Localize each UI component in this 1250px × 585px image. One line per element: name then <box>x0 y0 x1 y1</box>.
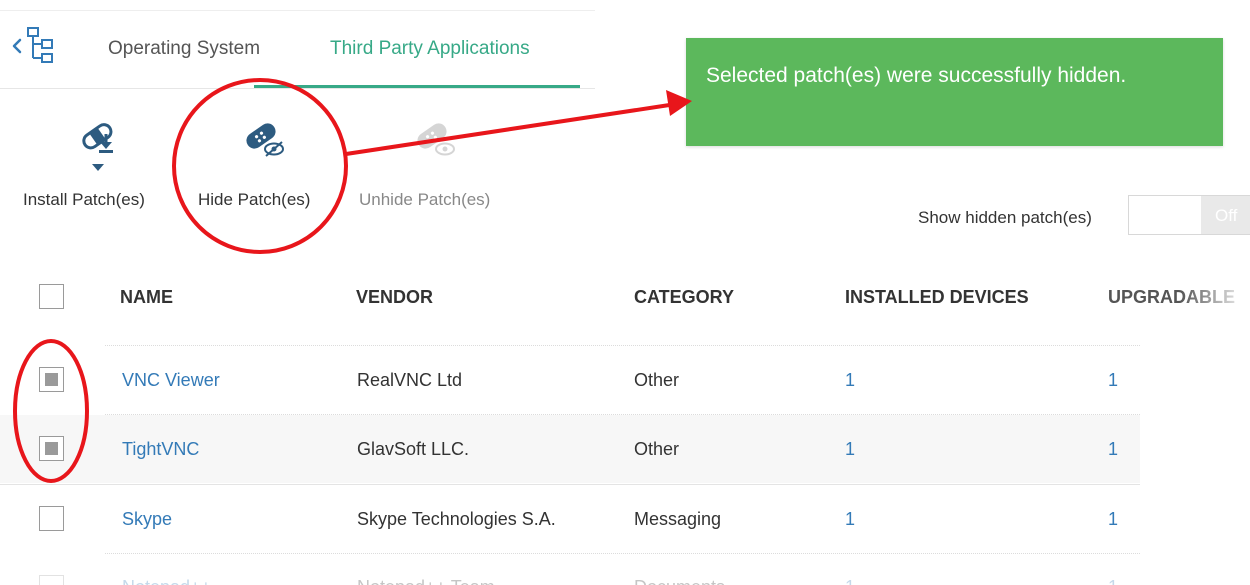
highlight-circle <box>172 78 348 254</box>
column-header-name[interactable]: NAME <box>120 287 173 308</box>
tab-bar: Operating System Third Party Application… <box>0 0 595 90</box>
tree-collapse-icon[interactable] <box>10 26 60 66</box>
category-cell: Messaging <box>634 509 722 529</box>
annotation-arrow-line <box>345 102 677 156</box>
header-fade <box>1180 270 1250 320</box>
patch-name-link[interactable]: Notepad++ <box>122 577 211 585</box>
patch-name-link[interactable]: Skype <box>122 509 172 530</box>
row-checkbox[interactable] <box>39 506 64 531</box>
column-header-vendor[interactable]: VENDOR <box>356 287 433 308</box>
column-header-installed-devices[interactable]: INSTALLED DEVICES <box>845 287 1029 308</box>
upgradable-link[interactable]: 1 <box>1108 577 1118 585</box>
unhide-patch-icon[interactable] <box>414 118 456 160</box>
installed-devices-link[interactable]: 1 <box>845 577 855 585</box>
install-patch-icon[interactable] <box>78 118 118 174</box>
category-cell: Other <box>634 439 680 459</box>
table-row[interactable]: VNC Viewer RealVNC Ltd Other 1 1 <box>0 346 1140 414</box>
row-divider <box>105 553 1140 554</box>
row-checkbox[interactable] <box>39 436 64 461</box>
column-header-category[interactable]: CATEGORY <box>634 287 734 308</box>
table-row[interactable]: Skype Skype Technologies S.A. Messaging … <box>0 485 1140 553</box>
select-all-checkbox[interactable] <box>39 284 64 309</box>
patch-name-link[interactable]: TightVNC <box>122 439 199 460</box>
toggle-state-label: Off <box>1201 196 1250 234</box>
install-patch-button[interactable]: Install Patch(es) <box>23 190 145 210</box>
installed-devices-link[interactable]: 1 <box>845 370 855 391</box>
vendor-cell: Skype Technologies S.A. <box>357 509 556 529</box>
vendor-cell: RealVNC Ltd <box>357 370 463 390</box>
tab-divider <box>0 88 595 89</box>
tab-third-party-applications[interactable]: Third Party Applications <box>330 38 530 60</box>
patch-name-link[interactable]: VNC Viewer <box>122 370 220 391</box>
upgradable-link[interactable]: 1 <box>1108 509 1118 530</box>
vendor-cell: GlavSoft LLC. <box>357 439 470 459</box>
hide-patch-icon[interactable] <box>243 118 285 160</box>
vendor-cell: Notepad++ Team <box>357 577 495 585</box>
unhide-patch-button[interactable]: Unhide Patch(es) <box>359 190 490 210</box>
installed-devices-link[interactable]: 1 <box>845 439 855 460</box>
show-hidden-toggle[interactable]: Off <box>1128 195 1250 235</box>
installed-devices-link[interactable]: 1 <box>845 509 855 530</box>
show-hidden-label: Show hidden patch(es) <box>918 208 1092 227</box>
upgradable-link[interactable]: 1 <box>1108 439 1118 460</box>
top-divider <box>0 10 595 11</box>
upgradable-link[interactable]: 1 <box>1108 370 1118 391</box>
category-cell: Other <box>634 370 680 390</box>
hide-patch-button[interactable]: Hide Patch(es) <box>198 190 310 210</box>
tab-operating-system[interactable]: Operating System <box>108 38 260 60</box>
category-cell: Documents <box>634 577 725 585</box>
row-checkbox[interactable] <box>39 367 64 392</box>
table-row[interactable]: Notepad++ Notepad++ Team Documents 1 1 <box>0 565 1250 585</box>
success-toast: Selected patch(es) were successfully hid… <box>686 38 1223 146</box>
table-row[interactable]: TightVNC GlavSoft LLC. Other 1 1 <box>0 415 1140 483</box>
row-checkbox[interactable] <box>39 575 64 585</box>
